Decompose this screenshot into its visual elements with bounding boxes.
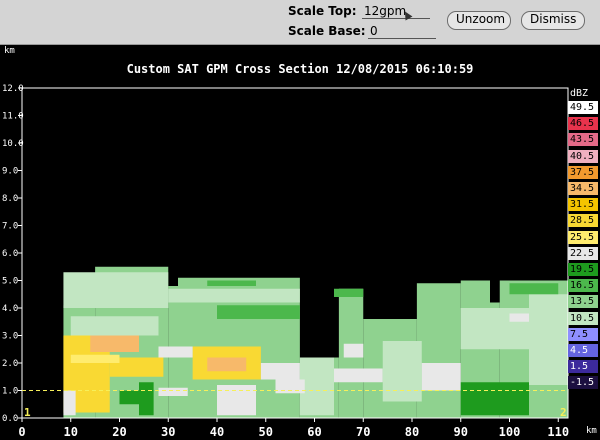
legend-entry: 1.5 — [568, 360, 598, 374]
y-tick-label: 3.0 — [2, 332, 18, 342]
reflectivity-cell — [334, 288, 364, 297]
legend-entry: 31.5 — [568, 198, 598, 212]
legend-entry: 4.5 — [568, 344, 598, 357]
reflectivity-cell — [460, 382, 529, 416]
y-tick-label: 7.0 — [2, 222, 18, 232]
reflectivity-cell — [70, 316, 159, 336]
y-tick-label: 5.0 — [2, 277, 18, 287]
endpoint-end-label: 2 — [560, 406, 567, 419]
reflectivity-cell — [63, 390, 76, 416]
endpoint-start-label: 1 — [24, 406, 31, 419]
legend-entry: 16.5 — [568, 279, 598, 293]
reflectivity-cell — [421, 363, 461, 391]
reflectivity-cell — [63, 272, 169, 308]
reflectivity-cell — [119, 390, 139, 405]
y-tick-label: 4.0 — [2, 304, 18, 314]
reflectivity-cell — [207, 280, 256, 286]
legend-entry: 10.5 — [568, 311, 598, 325]
x-tick-label: 40 — [210, 425, 224, 439]
x-tick-label: 20 — [112, 425, 126, 439]
reflectivity-cell — [299, 357, 334, 416]
reflectivity-cell — [217, 385, 256, 416]
legend-entry: 34.5 — [568, 182, 598, 195]
reflectivity-cell — [158, 387, 188, 396]
y-tick-label: 2.0 — [2, 359, 18, 369]
reflectivity-cell — [260, 363, 300, 380]
cross-section-plot[interactable]: 0.01.02.03.04.05.06.07.08.09.010.011.012… — [0, 0, 600, 440]
legend-entry: 7.5 — [568, 327, 598, 341]
x-tick-label: 90 — [454, 425, 468, 439]
legend-entry: 49.5 — [568, 101, 598, 114]
legend-title: dBZ — [570, 88, 589, 99]
x-tick-label: 110 — [547, 425, 569, 439]
legend-entry: 19.5 — [568, 263, 598, 276]
legend-entry: -1.5 — [568, 376, 598, 390]
x-axis-unit: km — [586, 426, 597, 436]
legend-entry: 13.5 — [568, 295, 598, 309]
legend-entry: 43.5 — [568, 133, 598, 147]
legend-entry: 22.5 — [568, 246, 598, 260]
x-tick-label: 80 — [405, 425, 419, 439]
y-tick-label: 9.0 — [2, 167, 18, 177]
reflectivity-cell — [529, 294, 568, 385]
legend-entry: 40.5 — [568, 149, 598, 163]
reflectivity-cell — [168, 288, 300, 303]
x-tick-label: 50 — [259, 425, 273, 439]
y-tick-label: 10.0 — [2, 139, 24, 149]
legend-entry: 25.5 — [568, 230, 598, 244]
reflectivity-cell — [382, 341, 422, 402]
reflectivity-cell — [509, 313, 529, 322]
reflectivity-cell — [207, 357, 247, 372]
reflectivity-cell — [275, 379, 305, 394]
reflectivity-cell — [70, 354, 120, 363]
y-tick-label: 6.0 — [2, 249, 18, 259]
reflectivity-cell — [158, 346, 193, 358]
x-tick-label: 70 — [356, 425, 370, 439]
x-tick-label: 10 — [64, 425, 78, 439]
reflectivity-cell — [139, 382, 154, 416]
y-tick-label: 11.0 — [2, 112, 24, 122]
y-tick-label: 8.0 — [2, 194, 18, 204]
x-tick-label: 30 — [161, 425, 175, 439]
legend-entry: 28.5 — [568, 214, 598, 228]
y-tick-label: 0.0 — [2, 414, 18, 424]
reflectivity-cell — [90, 335, 139, 352]
x-tick-label: 0 — [18, 425, 25, 439]
reflectivity-cell — [217, 305, 300, 319]
x-tick-label: 100 — [499, 425, 521, 439]
x-tick-label: 60 — [307, 425, 321, 439]
reflectivity-cell — [343, 343, 364, 358]
reflectivity-field — [63, 266, 568, 418]
reflectivity-cell — [509, 283, 559, 295]
reflectivity-cell — [334, 368, 383, 383]
legend-entry: 46.5 — [568, 117, 598, 131]
legend-entry: 37.5 — [568, 165, 598, 179]
echo-column — [416, 283, 461, 418]
y-tick-label: 1.0 — [2, 387, 18, 397]
y-tick-label: 12.0 — [2, 84, 24, 94]
